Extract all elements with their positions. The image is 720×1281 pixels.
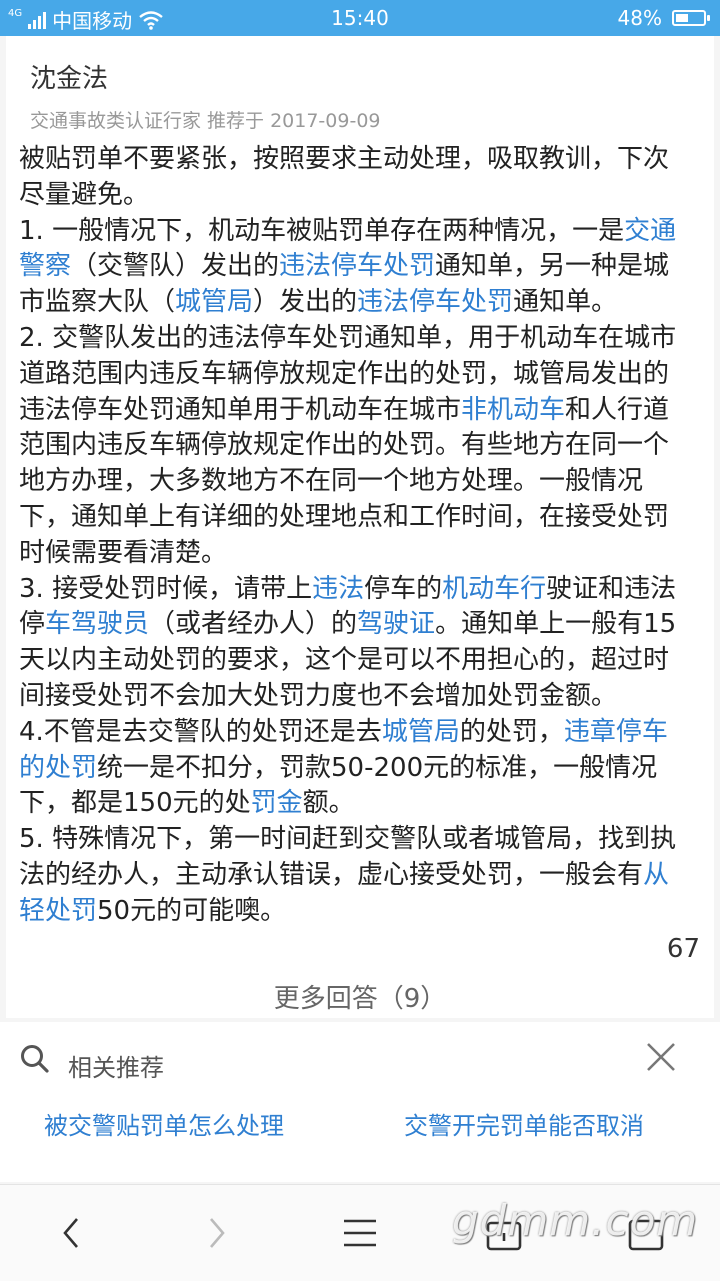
inline-keyword-link[interactable]: 违法停车处罚 [357, 287, 513, 317]
answer-paragraph: 被贴罚单不要紧张，按照要求主动处理，吸取教训，下次尽量避免。 [19, 142, 691, 214]
answer-text: （或者经办人）的 [149, 609, 358, 640]
answer-text: 4.不管是去交警队的处罚还是去 [19, 716, 382, 747]
answer-meta: 交通事故类认证行家 推荐于 2017-09-09 [30, 110, 381, 132]
inline-keyword-link[interactable]: 非机动车 [461, 395, 565, 425]
answer-text: 1. 一般情况下，机动车被贴罚单存在两种情况，一是 [19, 215, 625, 246]
inline-keyword-link[interactable]: 违法 [312, 574, 364, 604]
inline-keyword-link[interactable]: 城管局 [382, 717, 460, 747]
inline-keyword-link[interactable]: 罚金 [251, 788, 303, 818]
inline-keyword-link[interactable]: 驾驶证 [357, 609, 435, 639]
answer-paragraph: 3. 接受处罚时候，请带上违法停车的机动车行驶证和违法停车驾驶员（或者经办人）的… [19, 572, 691, 715]
answer-paragraph: 1. 一般情况下，机动车被贴罚单存在两种情况，一是交通警察（交警队）发出的违法停… [19, 214, 691, 321]
answer-text: 停车的 [364, 573, 443, 604]
inline-keyword-link[interactable]: 违法停车处罚 [279, 251, 435, 281]
more-answers-button[interactable]: 更多回答（9） [6, 978, 714, 1015]
answer-text: ）发出的 [253, 287, 358, 318]
answer-text: 额。 [302, 788, 355, 819]
answer-text: 50元的可能噢。 [97, 895, 287, 926]
related-panel: 相关推荐 被交警贴罚单怎么处理 交警开完罚单能否取消 [0, 1022, 720, 1182]
answer-text: 被贴罚单不要紧张，按照要求主动处理，吸取教训，下次尽量避免。 [19, 144, 670, 210]
answer-author[interactable]: 沈金法 [30, 58, 108, 95]
answer-paragraph: 4.不管是去交警队的处罚还是去城管局的处罚，违章停车的处罚统一是不扣分，罚款50… [19, 715, 691, 822]
chevron-right-icon[interactable] [194, 1211, 238, 1255]
search-icon [21, 1045, 49, 1073]
chevron-left-icon[interactable] [50, 1211, 94, 1255]
answer-text: 的处罚， [459, 716, 564, 747]
battery-icon [672, 10, 710, 26]
answer-text: 5. 特殊情况下，第一时间赶到交警队或者城管局，找到执法的经办人，主动承认错误，… [19, 824, 677, 890]
answer-text: （交警队）发出的 [71, 251, 280, 282]
answer-body: 被贴罚单不要紧张，按照要求主动处理，吸取教训，下次尽量避免。 1. 一般情况下，机… [19, 142, 691, 930]
answer-card: 沈金法 交通事故类认证行家 推荐于 2017-09-09 被贴罚单不要紧张，按照… [6, 36, 714, 1018]
related-link[interactable]: 交警开完罚单能否取消 [404, 1106, 644, 1141]
answer-text: 通知单。 [513, 287, 618, 318]
inline-keyword-link[interactable]: 机动车行 [442, 574, 546, 604]
status-bar: 4G 中国移动 15:40 48% [0, 0, 720, 36]
answer-paragraph: 5. 特殊情况下，第一时间赶到交警队或者城管局，找到执法的经办人，主动承认错误，… [19, 822, 691, 929]
related-link[interactable]: 被交警贴罚单怎么处理 [44, 1106, 284, 1141]
watermark-text: gdmm.com [452, 1196, 699, 1245]
answer-text: 3. 接受处罚时候，请带上 [19, 573, 313, 604]
inline-keyword-link[interactable]: 车驾驶员 [45, 609, 149, 639]
answer-paragraph: 2. 交警队发出的违法停车处罚通知单，用于机动车在城市道路范围内违反车辆停放规定… [19, 321, 691, 572]
related-title: 相关推荐 [68, 1054, 164, 1082]
clock: 15:40 [331, 6, 389, 30]
status-right: 48% [617, 6, 710, 30]
battery-fill [676, 14, 689, 22]
inline-keyword-link[interactable]: 城管局 [175, 287, 253, 317]
battery-percent: 48% [617, 6, 662, 30]
like-count[interactable]: 67 [667, 934, 700, 964]
close-icon[interactable] [644, 1040, 678, 1074]
menu-icon[interactable] [338, 1211, 382, 1255]
